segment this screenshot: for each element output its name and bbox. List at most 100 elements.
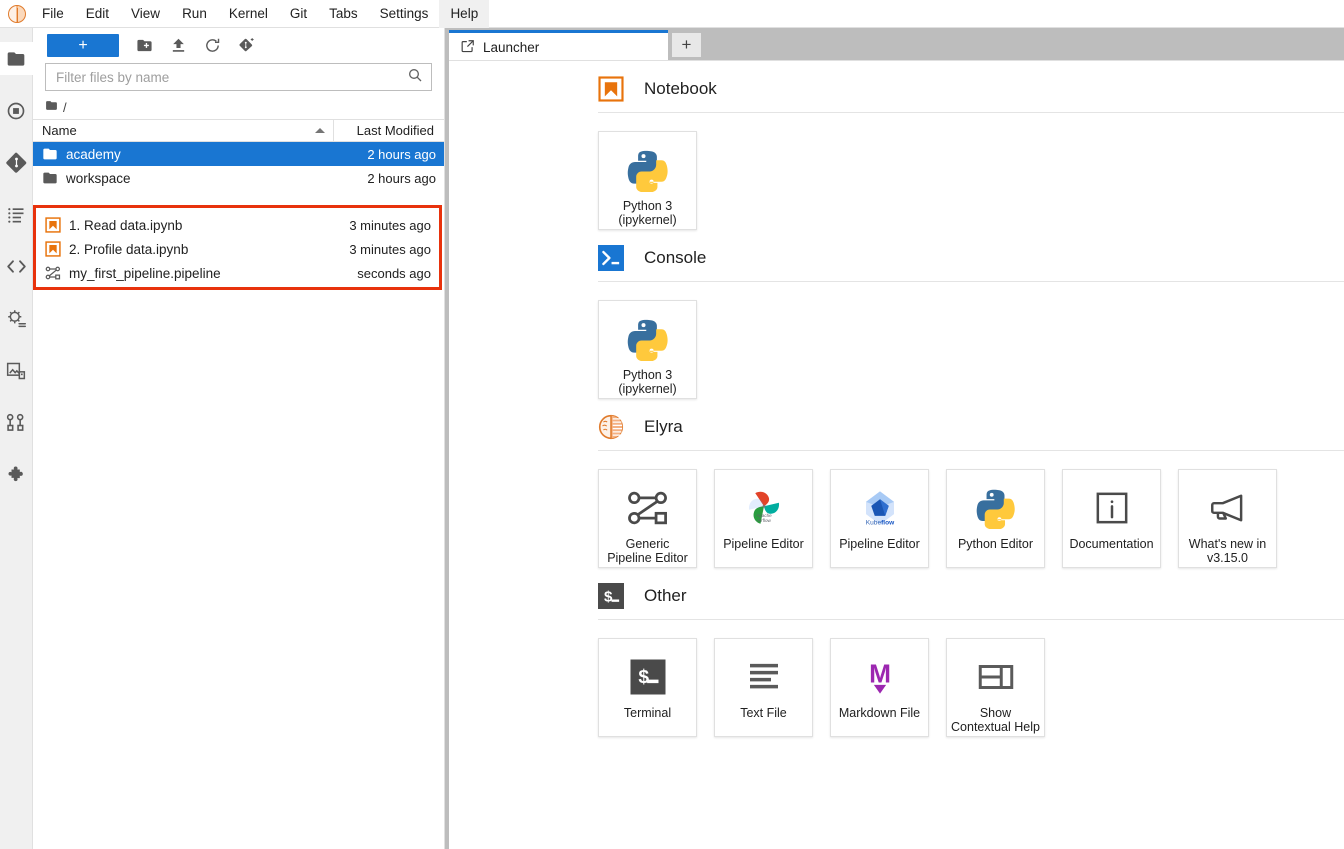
panel-resize-handle[interactable] — [445, 28, 449, 849]
section-title: Other — [644, 586, 687, 605]
launcher-card-show-contextual-help[interactable]: Show Contextual Help — [946, 638, 1045, 737]
launcher-card-apache-airflow-pipeline-editor[interactable]: Apache Airflow Pipeline Editor — [714, 469, 813, 568]
markdown-icon: M — [859, 652, 901, 702]
file-list-header: Name Last Modified — [33, 119, 444, 142]
svg-text:Kubeflow: Kubeflow — [865, 520, 894, 527]
notebook-icon — [45, 241, 61, 257]
menu-bar: File Edit View Run Kernel Git Tabs Setti… — [0, 0, 1344, 28]
launcher-card-terminal[interactable]: $ Terminal — [598, 638, 697, 737]
file-modified: 2 hours ago — [367, 146, 436, 162]
notebook-section-icon — [598, 76, 624, 102]
file-browser-icon[interactable] — [0, 42, 33, 75]
file-browser-toolbar: + — [33, 28, 444, 63]
filter-input-box[interactable] — [45, 63, 432, 91]
kubeflow-icon: Kubeflow — [859, 483, 901, 533]
upload-icon[interactable] — [161, 33, 195, 59]
notebook-icon — [45, 217, 61, 233]
folder-icon — [42, 170, 58, 186]
section-title: Console — [644, 248, 707, 267]
card-label: Pipeline Editor — [839, 537, 920, 551]
list-item[interactable]: workspace 2 hours ago — [33, 166, 444, 190]
column-header-name[interactable]: Name — [33, 120, 334, 141]
list-item[interactable]: my_first_pipeline.pipeline seconds ago — [36, 261, 439, 285]
card-label: Text File — [740, 706, 787, 720]
launcher-card-python3-notebook[interactable]: Python 3 (ipykernel) — [598, 131, 697, 230]
folder-icon — [45, 99, 58, 115]
menu-item-git[interactable]: Git — [279, 0, 318, 28]
section-title: Notebook — [644, 79, 717, 98]
menu-item-view[interactable]: View — [120, 0, 171, 28]
menu-item-help[interactable]: Help — [439, 0, 490, 28]
new-tab-button[interactable]: + — [671, 32, 702, 58]
file-modified: 3 minutes ago — [349, 217, 431, 233]
card-label: Documentation — [1069, 537, 1154, 551]
card-label: Terminal — [623, 706, 672, 720]
launcher-icon — [461, 39, 475, 56]
menu-item-run[interactable]: Run — [171, 0, 218, 28]
file-browser-panel: + Filter files by name / Name Last Modif… — [33, 28, 445, 849]
runtime-images-icon[interactable] — [0, 354, 33, 387]
tab-launcher[interactable]: Launcher — [449, 30, 668, 61]
column-header-last-modified[interactable]: Last Modified — [334, 123, 444, 138]
extension-manager-icon[interactable] — [0, 458, 33, 491]
card-label: What's new in v3.15.0 — [1188, 537, 1267, 565]
file-name: workspace — [66, 170, 131, 186]
folder-icon — [42, 146, 58, 162]
git-icon[interactable] — [0, 146, 33, 179]
launcher-section-console: Console Python 3 (ipykernel) — [449, 230, 1344, 399]
launcher-section-notebook: Notebook Python 3 (ipykernel) — [449, 61, 1344, 230]
launcher-card-whats-new[interactable]: What's new in v3.15.0 — [1178, 469, 1277, 568]
terminal-icon: $ — [627, 652, 669, 702]
tab-label: Launcher — [483, 39, 540, 55]
file-list: academy 2 hours ago workspace 2 hours ag… — [33, 142, 444, 190]
column-header-name-label: Name — [42, 123, 77, 138]
launcher-section-elyra: Elyra Generic Pipeline Editor Apache Air… — [449, 399, 1344, 568]
breadcrumb[interactable]: / — [33, 95, 444, 119]
menu-item-file[interactable]: File — [31, 0, 75, 28]
list-item[interactable]: academy 2 hours ago — [33, 142, 444, 166]
menu-item-tabs[interactable]: Tabs — [318, 0, 369, 28]
breadcrumb-root[interactable]: / — [63, 100, 67, 115]
table-of-contents-icon[interactable] — [0, 198, 33, 231]
card-label: Python Editor — [957, 537, 1034, 551]
runtimes-icon[interactable] — [0, 302, 33, 335]
new-folder-icon[interactable] — [127, 33, 161, 59]
code-snippets-icon[interactable] — [0, 250, 33, 283]
launcher-card-documentation[interactable]: Documentation — [1062, 469, 1161, 568]
launcher-card-text-file[interactable]: Text File — [714, 638, 813, 737]
menu-item-kernel[interactable]: Kernel — [218, 0, 279, 28]
refresh-icon[interactable] — [195, 33, 229, 59]
list-item[interactable]: 1. Read data.ipynb 3 minutes ago — [36, 213, 439, 237]
svg-text:$: $ — [604, 588, 613, 605]
section-title: Elyra — [644, 417, 683, 436]
terminal-section-icon: $ — [598, 583, 624, 609]
new-git-branch-icon[interactable] — [229, 33, 263, 59]
launcher-card-generic-pipeline-editor[interactable]: Generic Pipeline Editor — [598, 469, 697, 568]
file-name: 1. Read data.ipynb — [69, 217, 183, 233]
elyra-section-icon — [598, 414, 624, 440]
search-input[interactable] — [54, 68, 407, 86]
launcher-card-python3-console[interactable]: Python 3 (ipykernel) — [598, 300, 697, 399]
python-logo-icon — [626, 145, 670, 195]
running-terminals-and-kernels-icon[interactable] — [0, 94, 33, 127]
menu-item-edit[interactable]: Edit — [75, 0, 120, 28]
card-label: Pipeline Editor — [723, 537, 804, 551]
launcher-card-python-editor[interactable]: Python Editor — [946, 469, 1045, 568]
console-section-icon — [598, 245, 624, 271]
megaphone-icon — [1207, 483, 1249, 533]
file-name: academy — [66, 146, 121, 162]
launcher-card-kubeflow-pipeline-editor[interactable]: Kubeflow Pipeline Editor — [830, 469, 929, 568]
generic-pipeline-icon — [626, 483, 670, 533]
card-label: Show Contextual Help — [951, 706, 1040, 734]
svg-text:$: $ — [638, 667, 649, 688]
text-file-icon — [743, 652, 785, 702]
apache-airflow-icon: Apache Airflow — [743, 483, 785, 533]
list-item[interactable]: 2. Profile data.ipynb 3 minutes ago — [36, 237, 439, 261]
file-modified: 2 hours ago — [367, 170, 436, 186]
launcher-card-markdown-file[interactable]: M Markdown File — [830, 638, 929, 737]
component-catalogs-icon[interactable] — [0, 406, 33, 439]
menu-item-settings[interactable]: Settings — [369, 0, 440, 28]
new-launcher-button[interactable]: + — [47, 34, 119, 57]
tab-bar: Launcher + — [449, 28, 1344, 61]
card-label: Python 3 (ipykernel) — [618, 368, 677, 396]
